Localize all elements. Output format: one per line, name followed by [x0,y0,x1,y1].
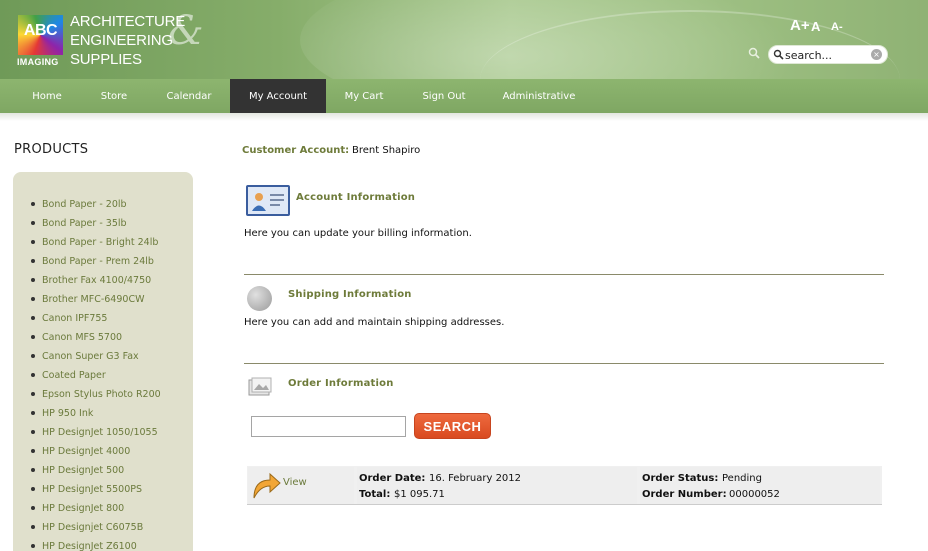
order-total-value: $1 095.71 [394,489,445,500]
bullet-icon [31,239,35,244]
product-link[interactable]: HP DesignJet 1050/1055 [31,427,158,438]
search-field[interactable]: × [768,45,888,64]
bullet-icon [31,201,35,206]
account-info-link[interactable]: Account Information [296,192,415,203]
nav-store[interactable]: Store [90,79,138,113]
view-order-link[interactable]: View [283,477,307,488]
clear-search-icon[interactable]: × [871,49,882,60]
bullet-icon [31,486,35,491]
site-header: ABC IMAGING ARCHITECTURE ENGINEERING SUP… [0,0,928,79]
nav-home[interactable]: Home [20,79,74,113]
brand-line-2: ENGINEERING [70,32,173,49]
product-link[interactable]: HP DesignJet 5500PS [31,484,142,495]
bullet-icon [31,315,35,320]
account-card-icon[interactable] [246,185,290,216]
order-search-button[interactable]: SEARCH [414,413,491,439]
product-link[interactable]: HP DesignJet 500 [31,465,124,476]
product-link[interactable]: Canon IPF755 [31,313,107,324]
product-link[interactable]: HP DesignJet Z6100 [31,541,137,551]
product-link[interactable]: Coated Paper [31,370,106,381]
nav-calendar[interactable]: Calendar [157,79,221,113]
bullet-icon [31,277,35,282]
customer-name: Brent Shapiro [352,145,421,156]
main-nav: Home Store Calendar My Account My Cart S… [0,79,928,113]
font-increase-button[interactable]: A+ [790,17,810,34]
logo-imaging-text: IMAGING [17,57,59,67]
bullet-icon [31,429,35,434]
order-image-icon[interactable] [248,377,272,397]
product-link[interactable]: HP DesignJet 800 [31,503,124,514]
order-date-label: Order Date: [359,473,426,484]
bullet-icon [31,410,35,415]
order-total-label: Total: [359,489,391,500]
bullet-icon [31,391,35,396]
nav-sign-out[interactable]: Sign Out [412,79,476,113]
section-divider [244,274,884,275]
product-link[interactable]: Bond Paper - 35lb [31,218,127,229]
bullet-icon [31,334,35,339]
account-info-desc: Here you can update your billing informa… [244,228,472,239]
bullet-icon [31,258,35,263]
product-link[interactable]: Epson Stylus Photo R200 [31,389,161,400]
order-row [247,466,882,505]
product-link[interactable]: HP 950 Ink [31,408,93,419]
customer-account-label: Customer Account: [242,145,350,156]
section-divider [244,363,884,364]
view-arrow-icon[interactable] [250,470,282,502]
shipping-info-link[interactable]: Shipping Information [288,289,412,300]
product-link[interactable]: Bond Paper - 20lb [31,199,127,210]
products-heading: PRODUCTS [14,142,89,157]
product-link[interactable]: Brother Fax 4100/4750 [31,275,151,286]
product-link[interactable]: HP Designjet C6075B [31,522,143,533]
order-status-value: Pending [722,473,762,484]
magnifier-icon [773,49,784,60]
order-info-link[interactable]: Order Information [288,378,394,389]
bullet-icon [31,448,35,453]
bullet-icon [31,505,35,510]
nav-my-cart[interactable]: My Cart [336,79,392,113]
bullet-icon [31,372,35,377]
nav-my-account[interactable]: My Account [230,79,326,113]
bullet-icon [31,353,35,358]
product-link[interactable]: Brother MFC-6490CW [31,294,144,305]
product-link[interactable]: Canon MFS 5700 [31,332,122,343]
order-status-label: Order Status: [642,473,719,484]
shipping-info-desc: Here you can add and maintain shipping a… [244,317,505,328]
brand-ampersand: & [168,8,204,54]
bullet-icon [31,543,35,548]
bullet-icon [31,220,35,225]
brand-line-3: SUPPLIES [70,51,142,68]
font-decrease-button[interactable]: A- [831,21,843,33]
product-link[interactable]: Bond Paper - Prem 24lb [31,256,154,267]
product-link[interactable]: HP DesignJet 4000 [31,446,130,457]
search-input[interactable] [785,48,871,62]
nav-administrative[interactable]: Administrative [496,79,582,113]
order-number-label: Order Number: [642,489,727,500]
logo-abc-text: ABC [23,22,58,39]
bullet-icon [31,296,35,301]
bullet-icon [31,467,35,472]
order-search-input[interactable] [251,416,406,437]
bullet-icon [31,524,35,529]
nav-shadow [0,113,928,121]
order-date-value: 16. February 2012 [429,473,522,484]
product-link[interactable]: Canon Super G3 Fax [31,351,139,362]
search-icon[interactable] [748,47,760,59]
globe-icon[interactable] [247,286,272,311]
order-number-value: 00000052 [729,489,780,500]
product-link[interactable]: Bond Paper - Bright 24lb [31,237,158,248]
font-reset-button[interactable]: A [811,19,820,34]
user-card-icon [252,193,284,211]
